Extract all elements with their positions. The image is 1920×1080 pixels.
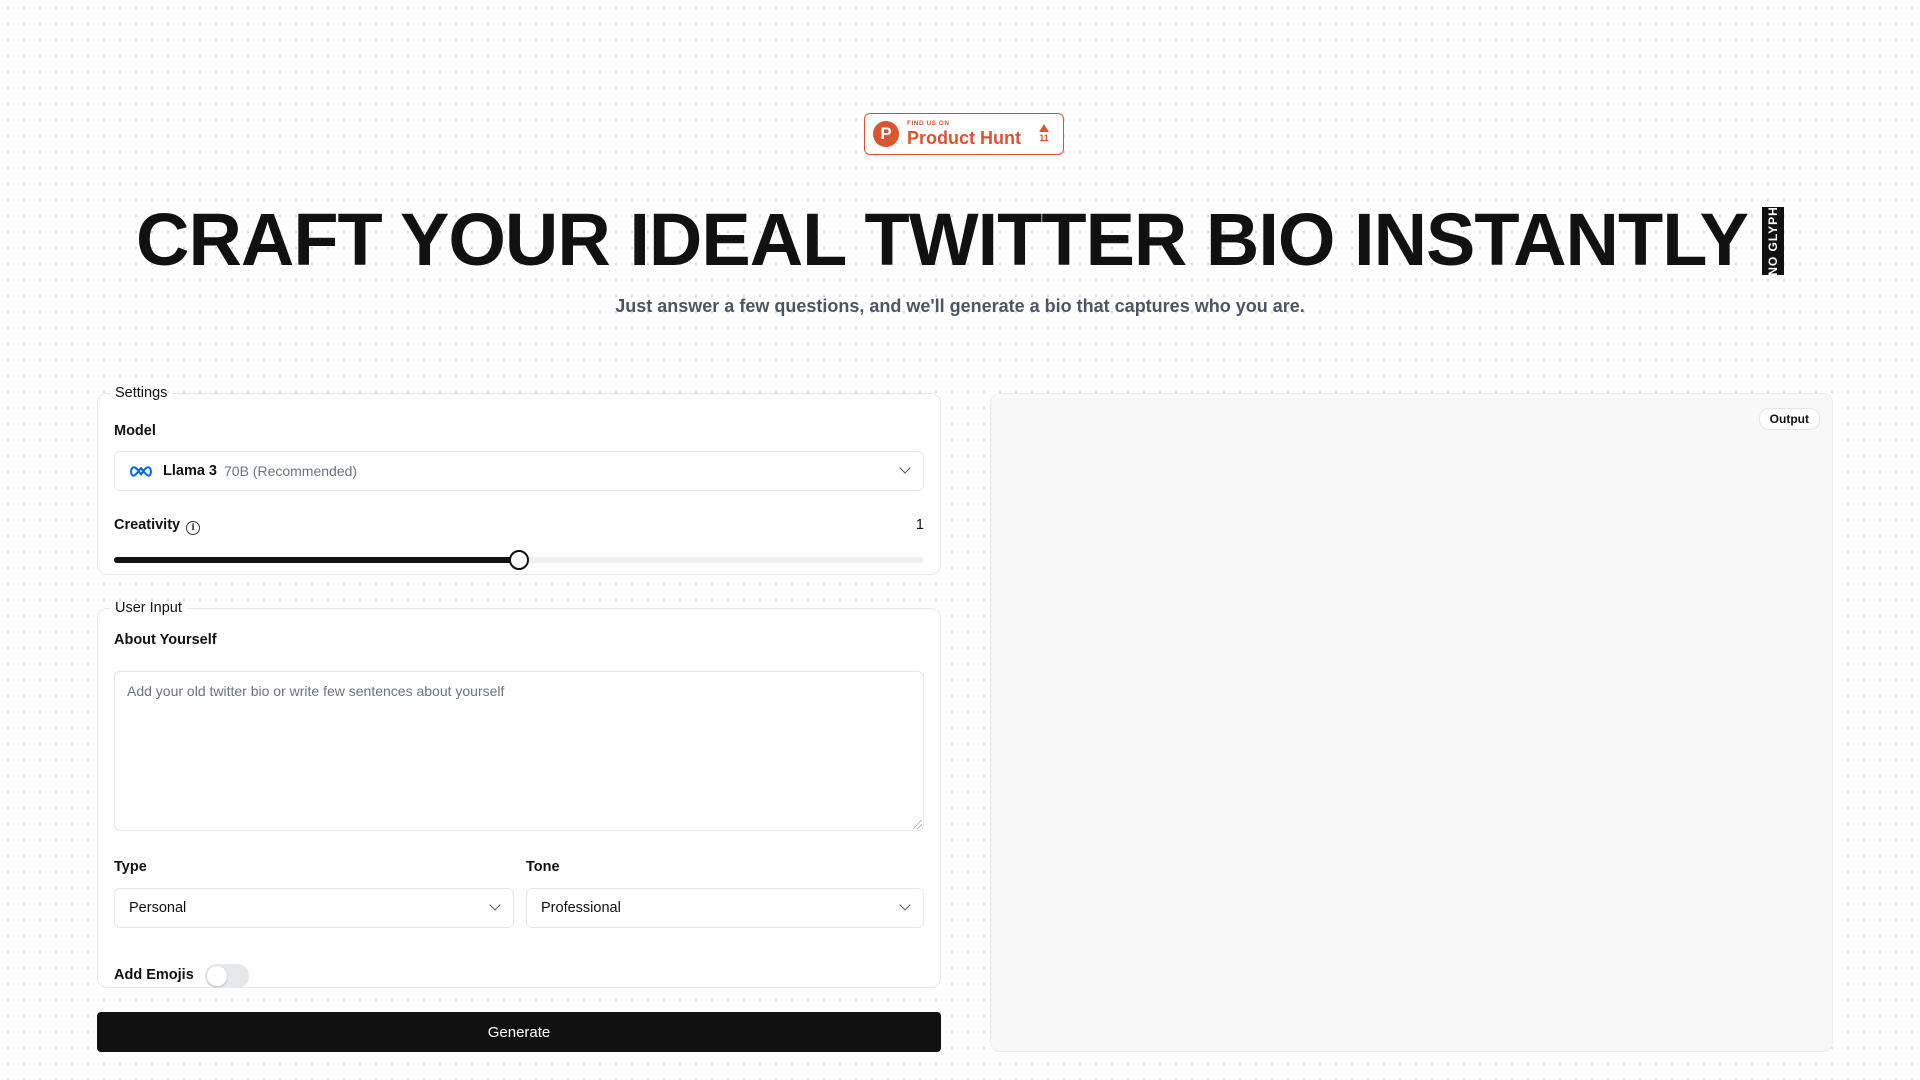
model-name: Llama 3 [163,463,217,479]
output-badge: Output [1758,408,1820,430]
product-hunt-name: Product Hunt [907,128,1021,149]
chevron-down-icon [489,899,501,911]
page-subtitle: Just answer a few questions, and we'll g… [615,296,1305,316]
toggle-knob [207,966,227,986]
chevron-down-icon [899,899,911,911]
product-hunt-votes: 11 [1039,124,1055,144]
user-input-legend: User Input [115,600,182,616]
tone-select-value: Professional [541,900,621,916]
creativity-slider-fill [114,557,519,563]
creativity-value: 1 [915,517,924,533]
model-select[interactable]: Llama 3 70B (Recommended) [114,451,924,491]
page-title-text: CRAFT YOUR IDEAL TWITTER BIO INSTANTLY [136,198,1749,281]
settings-section: Settings Model Llama 3 70B (Recommended)… [97,385,941,575]
missing-glyph-text: NO GLYPH [1765,206,1780,277]
creativity-label-row: Creativity i [114,517,201,535]
about-yourself-textarea[interactable] [114,671,924,831]
add-emojis-toggle[interactable] [205,964,249,988]
add-emojis-label: Add Emojis [114,967,194,983]
product-hunt-logo-icon: P [873,121,899,147]
settings-legend: Settings [115,385,168,401]
model-description: 70B (Recommended) [224,463,358,479]
about-yourself-label: About Yourself [114,632,217,648]
upvote-arrow-icon [1039,124,1049,133]
product-hunt-vote-count: 11 [1039,133,1049,144]
model-label: Model [114,423,156,439]
meta-icon [130,466,152,477]
product-hunt-text: FIND US ON Product Hunt [907,119,1021,149]
output-panel: Output [990,393,1833,1052]
info-icon[interactable]: i [186,521,201,535]
generate-button[interactable]: Generate [97,1012,941,1052]
type-select-value: Personal [129,900,187,916]
creativity-label: Creativity [114,517,181,533]
type-select[interactable]: Personal [114,888,514,928]
resize-grip-icon[interactable] [913,820,922,829]
missing-glyph-icon: NO GLYPH [1761,207,1784,276]
page-title: CRAFT YOUR IDEAL TWITTER BIO INSTANTLY NO… [0,198,1920,282]
tone-select[interactable]: Professional [526,888,924,928]
type-label: Type [114,859,147,875]
product-hunt-find-us: FIND US ON [907,119,950,127]
chevron-down-icon [899,462,911,474]
creativity-slider[interactable] [114,550,924,570]
product-hunt-badge[interactable]: P FIND US ON Product Hunt 11 [864,113,1064,155]
user-input-section: User Input About Yourself Type Personal … [97,600,941,988]
creativity-slider-thumb[interactable] [509,550,529,570]
tone-label: Tone [526,859,560,875]
